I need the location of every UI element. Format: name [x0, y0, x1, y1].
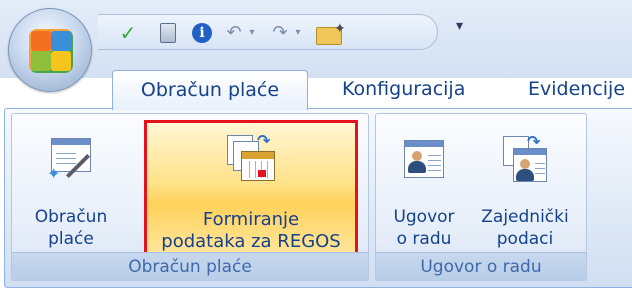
zajednicki-label-2: podaci: [496, 229, 554, 249]
payroll-wizard-icon: ✦: [45, 134, 97, 186]
tab-evidencije[interactable]: Evidencije: [514, 70, 632, 110]
info-icon[interactable]: i: [190, 21, 214, 45]
redo-icon[interactable]: ↷: [268, 21, 292, 45]
zajednicki-podaci-button[interactable]: ↷ Zajednički podaci: [468, 124, 582, 252]
ugovor-o-radu-button[interactable]: Ugovor o radu: [380, 124, 468, 252]
formiranje-label-2: podataka za REGOS: [161, 231, 341, 252]
tab-obracun-place[interactable]: Obračun plaće: [112, 70, 308, 110]
tab-konfiguracija[interactable]: Konfiguracija: [328, 70, 479, 110]
obracun-place-label-2: plaće: [48, 229, 94, 249]
quick-access-toolbar: ✓ i ↶ ▾ ↷ ▾ ✦: [98, 14, 438, 50]
obracun-place-button[interactable]: ✦ Obračun plaće: [18, 124, 124, 252]
zajednicki-label-1: Zajednički: [481, 207, 569, 227]
check-icon[interactable]: ✓: [116, 21, 140, 45]
ugovor-label-1: Ugovor: [393, 207, 455, 227]
office-logo-icon: [29, 29, 73, 73]
office-button[interactable]: [8, 8, 92, 92]
ugovor-label-2: o radu: [396, 229, 452, 249]
redo-dropdown-icon[interactable]: ▾: [292, 21, 304, 45]
undo-dropdown-icon[interactable]: ▾: [246, 21, 258, 45]
contact-card-icon: [398, 134, 450, 186]
open-folder-icon[interactable]: ✦: [314, 21, 348, 45]
formiranje-podataka-regos-button[interactable]: ↷ Formiranje podataka za REGOS: [144, 120, 358, 260]
ribbon-tabs: Obračun plaće Konfiguracija Evidencije: [0, 66, 632, 110]
calendar-export-icon: ↷: [225, 131, 277, 185]
obracun-place-label-1: Obračun: [34, 207, 108, 227]
ribbon-panel: ✦ Obračun plaće ↷ Formiranje podataka za…: [4, 108, 632, 288]
group-obracun-place: ✦ Obračun plaće ↷ Formiranje podataka za…: [11, 113, 369, 281]
customize-dropdown-icon[interactable]: ▾: [456, 18, 463, 34]
group-label-ugovor-o-radu: Ugovor o radu: [376, 252, 586, 280]
group-label-obracun-place: Obračun plaće: [12, 252, 368, 280]
shared-contact-icon: ↷: [499, 132, 551, 186]
calculator-icon[interactable]: [156, 21, 180, 45]
undo-icon[interactable]: ↶: [222, 21, 246, 45]
formiranje-label-1: Formiranje: [202, 209, 300, 230]
group-ugovor-o-radu: Ugovor o radu ↷ Zajednički podaci Ugovor…: [375, 113, 587, 281]
